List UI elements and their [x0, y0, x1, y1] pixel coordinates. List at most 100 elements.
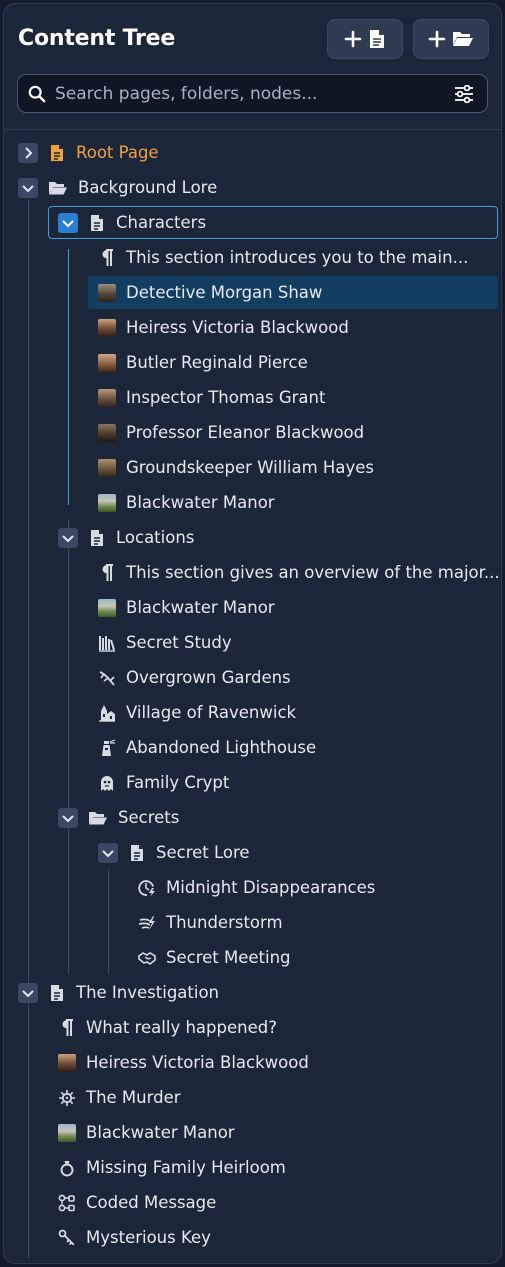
page-icon: [88, 214, 106, 232]
page-icon: [128, 844, 146, 862]
tree-node-professor-eleanor-blackwood[interactable]: Professor Eleanor Blackwood: [98, 416, 364, 449]
tree-node-background-lore[interactable]: Background Lore: [18, 171, 217, 204]
diagram-icon: [58, 1194, 76, 1212]
plus-icon: [344, 30, 362, 48]
add-page-button[interactable]: [327, 19, 403, 59]
tree-node-midnight-disappearances[interactable]: Midnight Disappearances: [138, 871, 375, 904]
tree-node-heiress-victoria-blackwood[interactable]: Heiress Victoria Blackwood: [98, 311, 349, 344]
chevron-down-icon[interactable]: [18, 982, 38, 1003]
storm-icon: [138, 914, 156, 932]
tree-node-locations[interactable]: Locations: [58, 521, 194, 554]
node-label: Family Crypt: [126, 773, 230, 792]
panel-header: Content Tree: [4, 4, 501, 130]
clock-bolt-icon: [138, 879, 156, 897]
tree-node-root-page[interactable]: Root Page: [18, 136, 159, 169]
folder-open-icon: [452, 30, 474, 48]
add-folder-button[interactable]: [413, 19, 489, 59]
page-icon: [368, 30, 386, 48]
paragraph-icon: [98, 563, 116, 582]
node-label: Locations: [116, 528, 195, 547]
node-label: Blackwater Manor: [86, 1123, 235, 1142]
search-box[interactable]: [17, 74, 488, 113]
key-icon: [58, 1229, 76, 1247]
portrait-thumbnail: [98, 318, 116, 337]
chevron-down-icon[interactable]: [58, 527, 78, 548]
node-label: Missing Family Heirloom: [86, 1158, 286, 1177]
portrait-thumbnail: [98, 353, 116, 372]
content-tree: Root Page Background Lore Characters Thi…: [4, 131, 501, 1263]
tree-node-secret-study[interactable]: Secret Study: [98, 626, 232, 659]
node-label: Detective Morgan Shaw: [126, 283, 323, 302]
tree-node-village-of-ravenwick[interactable]: Village of Ravenwick: [98, 696, 296, 729]
portrait-thumbnail: [98, 458, 116, 477]
tree-node-characters[interactable]: Characters: [48, 206, 498, 239]
tree-node-secret-meeting[interactable]: Secret Meeting: [138, 941, 291, 974]
page-icon: [48, 144, 66, 162]
tree-node-detective-morgan-shaw[interactable]: Detective Morgan Shaw: [88, 276, 498, 309]
node-label: Midnight Disappearances: [166, 878, 376, 897]
tree-node-paragraph[interactable]: What really happened?: [58, 1011, 277, 1044]
node-label: The Investigation: [76, 983, 220, 1002]
node-label: Secrets: [118, 808, 180, 827]
tree-guide-line-active: [68, 249, 69, 505]
node-label: Heiress Victoria Blackwood: [86, 1053, 309, 1072]
node-label: Professor Eleanor Blackwood: [126, 423, 365, 442]
node-label: Heiress Victoria Blackwood: [126, 318, 349, 337]
node-label: Overgrown Gardens: [126, 668, 291, 687]
bookshelf-icon: [98, 634, 116, 652]
tree-node-coded-message[interactable]: Coded Message: [58, 1186, 216, 1219]
chevron-down-icon[interactable]: [98, 842, 118, 863]
tree-node-paragraph[interactable]: This section introduces you to the main.…: [98, 241, 468, 274]
tree-node-mysterious-key[interactable]: Mysterious Key: [58, 1221, 211, 1254]
tree-node-missing-family-heirloom[interactable]: Missing Family Heirloom: [58, 1151, 286, 1184]
search-icon: [28, 85, 46, 103]
tree-node-thunderstorm[interactable]: Thunderstorm: [138, 906, 283, 939]
handshake-icon: [138, 949, 156, 967]
paragraph-icon: [58, 1018, 76, 1037]
tree-node-family-crypt[interactable]: Family Crypt: [98, 766, 229, 799]
search-input[interactable]: [55, 83, 453, 104]
panel-title: Content Tree: [18, 26, 176, 51]
tree-node-paragraph[interactable]: This section gives an overview of the ma…: [98, 556, 500, 589]
tree-node-overgrown-gardens[interactable]: Overgrown Gardens: [98, 661, 291, 694]
filter-sliders-icon[interactable]: [453, 84, 475, 103]
tree-node-secrets[interactable]: Secrets: [58, 801, 179, 834]
tree-node-the-investigation[interactable]: The Investigation: [18, 976, 219, 1009]
node-label: Village of Ravenwick: [126, 703, 297, 722]
tree-node-abandoned-lighthouse[interactable]: Abandoned Lighthouse: [98, 731, 316, 764]
chevron-down-icon[interactable]: [58, 807, 78, 828]
landscape-thumbnail: [98, 493, 116, 512]
page-icon: [88, 529, 106, 547]
tree-node-the-murder[interactable]: The Murder: [58, 1081, 181, 1114]
folder-open-icon: [88, 809, 108, 827]
node-label: Background Lore: [78, 178, 218, 197]
tree-node-butler-reginald-pierce[interactable]: Butler Reginald Pierce: [98, 346, 308, 379]
tree-node-blackwater-manor[interactable]: Blackwater Manor: [98, 486, 275, 519]
node-label: Abandoned Lighthouse: [126, 738, 317, 757]
chevron-down-icon[interactable]: [58, 212, 78, 233]
chevron-right-icon[interactable]: [18, 142, 38, 163]
ghost-icon: [98, 774, 116, 792]
tree-node-blackwater-manor[interactable]: Blackwater Manor: [98, 591, 275, 624]
portrait-thumbnail: [98, 388, 116, 407]
tree-node-blackwater-manor[interactable]: Blackwater Manor: [58, 1116, 235, 1149]
tree-guide-line: [68, 834, 69, 974]
lighthouse-icon: [98, 738, 116, 757]
virus-icon: [58, 1089, 76, 1107]
tree-node-groundskeeper-william-hayes[interactable]: Groundskeeper William Hayes: [98, 451, 374, 484]
chevron-down-icon[interactable]: [18, 177, 38, 198]
content-tree-panel: Content Tree Search pages, folders, node…: [3, 3, 502, 1264]
page-icon: [48, 984, 66, 1002]
node-label: Mysterious Key: [86, 1228, 211, 1247]
node-label: Secret Meeting: [166, 948, 291, 967]
tree-node-heiress-victoria-blackwood[interactable]: Heiress Victoria Blackwood: [58, 1046, 309, 1079]
folder-open-icon: [48, 179, 68, 197]
ring-icon: [58, 1159, 76, 1177]
plus-icon: [428, 30, 446, 48]
tree-node-secret-lore[interactable]: Secret Lore: [98, 836, 250, 869]
node-label: Blackwater Manor: [126, 598, 275, 617]
portrait-thumbnail: [58, 1053, 76, 1072]
tree-node-inspector-thomas-grant[interactable]: Inspector Thomas Grant: [98, 381, 325, 414]
tree-guide-line: [28, 1009, 29, 1259]
node-label: Inspector Thomas Grant: [126, 388, 326, 407]
